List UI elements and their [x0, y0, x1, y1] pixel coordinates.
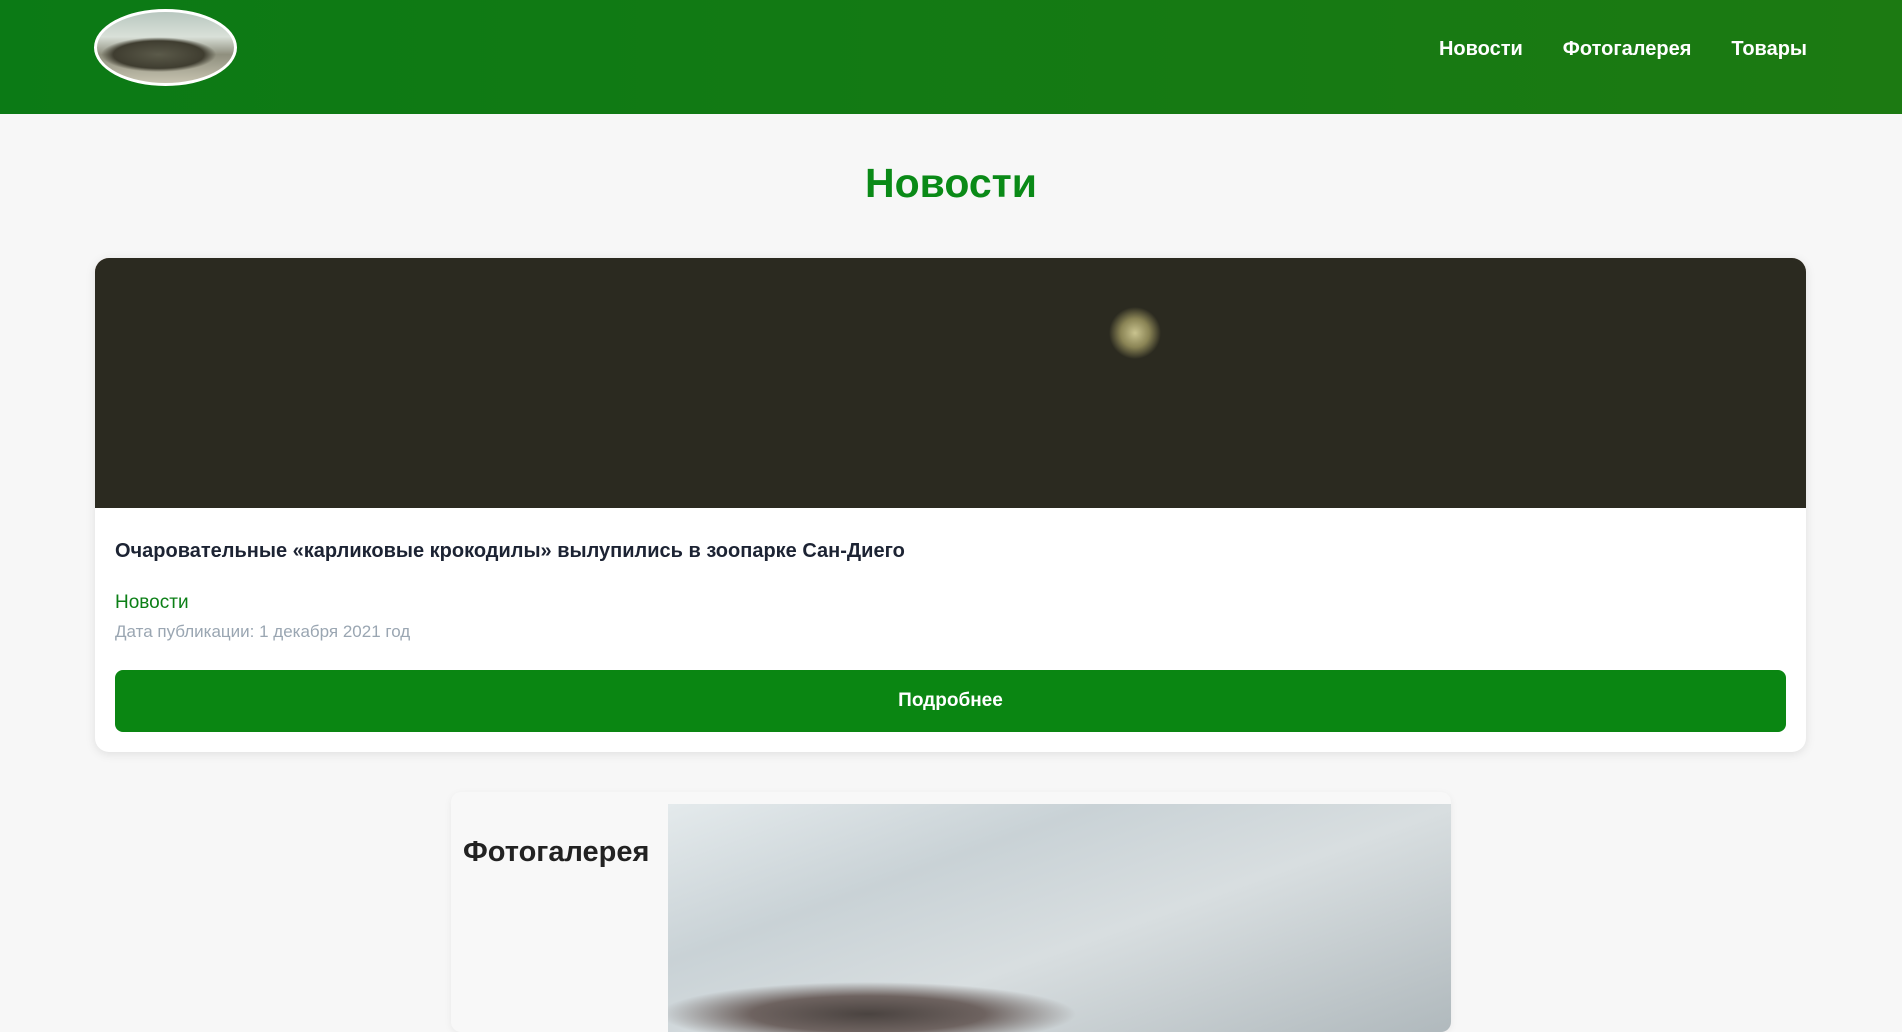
- read-more-button[interactable]: Подробнее: [115, 670, 1786, 732]
- main-nav: Новости Фотогалерея Товары: [1439, 38, 1807, 61]
- news-card-title: Очаровательные «карликовые крокодилы» вы…: [115, 540, 905, 562]
- logo-image[interactable]: [94, 9, 237, 86]
- gallery-image[interactable]: [668, 804, 1451, 1032]
- news-card-date: Дата публикации: 1 декабря 2021 год: [115, 622, 411, 641]
- gallery-title: Фотогалерея: [463, 836, 650, 868]
- nav-link-products[interactable]: Товары: [1731, 38, 1807, 61]
- news-card-image: [95, 258, 1806, 508]
- gallery-section: Фотогалерея: [451, 792, 1451, 1032]
- news-card-category: Новости: [115, 592, 189, 613]
- site-header: Новости Фотогалерея Товары: [0, 0, 1902, 114]
- nav-link-gallery[interactable]: Фотогалерея: [1563, 38, 1692, 61]
- nav-link-news[interactable]: Новости: [1439, 38, 1523, 61]
- news-card: Очаровательные «карликовые крокодилы» вы…: [95, 258, 1806, 752]
- page-title: Новости: [865, 160, 1037, 206]
